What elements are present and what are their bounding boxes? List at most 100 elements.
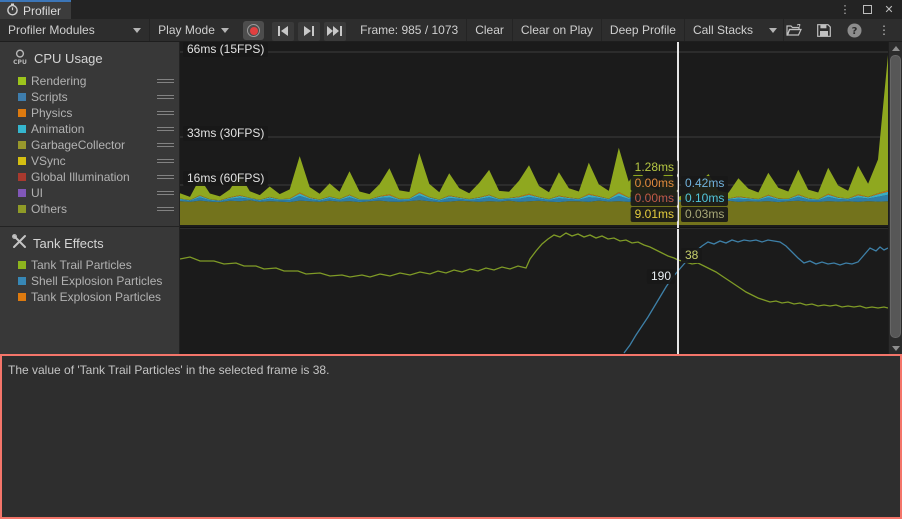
- drag-handle-icon[interactable]: [157, 205, 174, 213]
- chevron-down-icon: [221, 28, 229, 33]
- step-forward-icon: [303, 26, 315, 36]
- legend-color-swatch: [18, 93, 26, 101]
- gridline-label: 16ms (60FPS): [183, 171, 268, 186]
- legend-item-others[interactable]: Others: [0, 201, 179, 217]
- legend-label: Tank Explosion Particles: [31, 290, 179, 304]
- cpu-chart-canvas: [180, 42, 888, 228]
- next-frame-button[interactable]: [298, 22, 320, 41]
- cpu-usage-chart[interactable]: 66ms (15FPS)33ms (30FPS)16ms (60FPS)1.28…: [180, 42, 888, 228]
- module-tank-effects: Tank Effects Tank Trail Particles Shell Ex…: [0, 227, 179, 305]
- tank-effects-chart[interactable]: 38 190: [180, 228, 888, 353]
- module-cpu-usage: CPUCPU UsageRendering Scripts Physics Anima…: [0, 42, 179, 227]
- help-button[interactable]: ?: [844, 20, 864, 40]
- scrollbar-thumb[interactable]: [890, 55, 901, 338]
- skip-forward-icon: [327, 26, 343, 36]
- gridline-label: 66ms (15FPS): [183, 42, 268, 57]
- legend-label: Animation: [31, 122, 157, 136]
- legend-item-global-illumination[interactable]: Global Illumination: [0, 169, 179, 185]
- legend-item-tank-explosion-particles[interactable]: Tank Explosion Particles: [0, 289, 179, 305]
- clear-on-play-button[interactable]: Clear on Play: [513, 19, 602, 41]
- legend-label: Others: [31, 202, 157, 216]
- drag-handle-icon[interactable]: [157, 93, 174, 101]
- deep-profile-label: Deep Profile: [610, 23, 676, 37]
- frame-value-label: 0.10ms: [681, 191, 728, 206]
- legend-label: Tank Trail Particles: [31, 258, 179, 272]
- legend-item-physics[interactable]: Physics: [0, 105, 179, 121]
- frame-label: Frame: 985 / 1073: [360, 23, 458, 37]
- call-stacks-label: Call Stacks: [693, 23, 753, 37]
- chart-area: 66ms (15FPS)33ms (30FPS)16ms (60FPS)1.28…: [180, 42, 888, 354]
- module-title: Tank Effects: [33, 236, 104, 251]
- legend-label: Physics: [31, 106, 157, 120]
- drag-handle-icon[interactable]: [157, 157, 174, 165]
- record-button[interactable]: [243, 21, 264, 40]
- last-frame-button[interactable]: [324, 22, 346, 41]
- frame-value-label: 9.01ms: [631, 207, 678, 222]
- tab-profiler[interactable]: Profiler: [0, 0, 71, 19]
- legend-item-tank-trail-particles[interactable]: Tank Trail Particles: [0, 257, 179, 273]
- clear-on-play-label: Clear on Play: [521, 23, 593, 37]
- drag-handle-icon[interactable]: [157, 173, 174, 181]
- tools-icon: [12, 234, 27, 252]
- legend-label: Rendering: [31, 74, 157, 88]
- legend-item-rendering[interactable]: Rendering: [0, 73, 179, 89]
- legend-label: VSync: [31, 154, 157, 168]
- profiler-modules-dropdown[interactable]: Profiler Modules: [0, 19, 150, 41]
- legend-color-swatch: [18, 77, 26, 85]
- legend-label: Scripts: [31, 90, 157, 104]
- load-profile-button[interactable]: [784, 20, 804, 40]
- legend-item-scripts[interactable]: Scripts: [0, 89, 179, 105]
- tank-chart-canvas: [180, 229, 888, 354]
- play-mode-dropdown[interactable]: Play Mode: [150, 19, 237, 41]
- call-stacks-button[interactable]: Call Stacks: [685, 19, 761, 41]
- drag-handle-icon[interactable]: [157, 141, 174, 149]
- toolbar: Profiler Modules Play Mode Frame: 985 / …: [0, 19, 902, 42]
- legend-color-swatch: [18, 125, 26, 133]
- legend-item-ui[interactable]: UI: [0, 185, 179, 201]
- title-bar: Profiler ⋮ ✕: [0, 0, 902, 19]
- legend-label: Global Illumination: [31, 170, 157, 184]
- legend-label: Shell Explosion Particles: [31, 274, 179, 288]
- frame-value-label: 38: [681, 248, 702, 263]
- play-mode-label: Play Mode: [158, 23, 215, 37]
- kebab-icon: ⋮: [878, 23, 890, 37]
- clear-button[interactable]: Clear: [467, 19, 513, 41]
- legend-color-swatch: [18, 141, 26, 149]
- legend-item-vsync[interactable]: VSync: [0, 153, 179, 169]
- legend-label: UI: [31, 186, 157, 200]
- profiler-modules-label: Profiler Modules: [8, 23, 95, 37]
- maximize-icon[interactable]: [858, 1, 876, 18]
- legend-item-animation[interactable]: Animation: [0, 121, 179, 137]
- drag-handle-icon[interactable]: [157, 77, 174, 85]
- chevron-down-icon: [133, 28, 141, 33]
- module-header[interactable]: Tank Effects: [0, 231, 179, 257]
- module-details-panel[interactable]: The value of 'Tank Trail Particles' in t…: [0, 354, 902, 519]
- scroll-up-icon[interactable]: [889, 42, 902, 54]
- legend-color-swatch: [18, 293, 26, 301]
- legend-color-swatch: [18, 109, 26, 117]
- frame-value-label: 0.42ms: [681, 176, 728, 191]
- toolbar-menu-button[interactable]: ⋮: [874, 20, 894, 40]
- close-icon[interactable]: ✕: [880, 1, 898, 18]
- deep-profile-button[interactable]: Deep Profile: [602, 19, 685, 41]
- profiler-window: Profiler ⋮ ✕ Profiler Modules Play Mode: [0, 0, 902, 519]
- vertical-scrollbar[interactable]: [888, 42, 902, 354]
- prev-frame-button[interactable]: [272, 22, 294, 41]
- legend-color-swatch: [18, 189, 26, 197]
- skip-back-icon: [277, 26, 289, 36]
- save-profile-button[interactable]: [814, 20, 834, 40]
- frame-value-label: 190: [647, 269, 675, 284]
- clear-label: Clear: [475, 23, 504, 37]
- scroll-down-icon[interactable]: [889, 342, 902, 354]
- drag-handle-icon[interactable]: [157, 109, 174, 117]
- window-menu-icon[interactable]: ⋮: [836, 1, 854, 18]
- legend-item-garbagecollector[interactable]: GarbageCollector: [0, 137, 179, 153]
- legend-color-swatch: [18, 157, 26, 165]
- drag-handle-icon[interactable]: [157, 189, 174, 197]
- help-icon: ?: [847, 23, 862, 38]
- legend-item-shell-explosion-particles[interactable]: Shell Explosion Particles: [0, 273, 179, 289]
- legend-color-swatch: [18, 277, 26, 285]
- drag-handle-icon[interactable]: [157, 125, 174, 133]
- call-stacks-dropdown[interactable]: [761, 19, 784, 41]
- module-header[interactable]: CPUCPU Usage: [0, 46, 179, 73]
